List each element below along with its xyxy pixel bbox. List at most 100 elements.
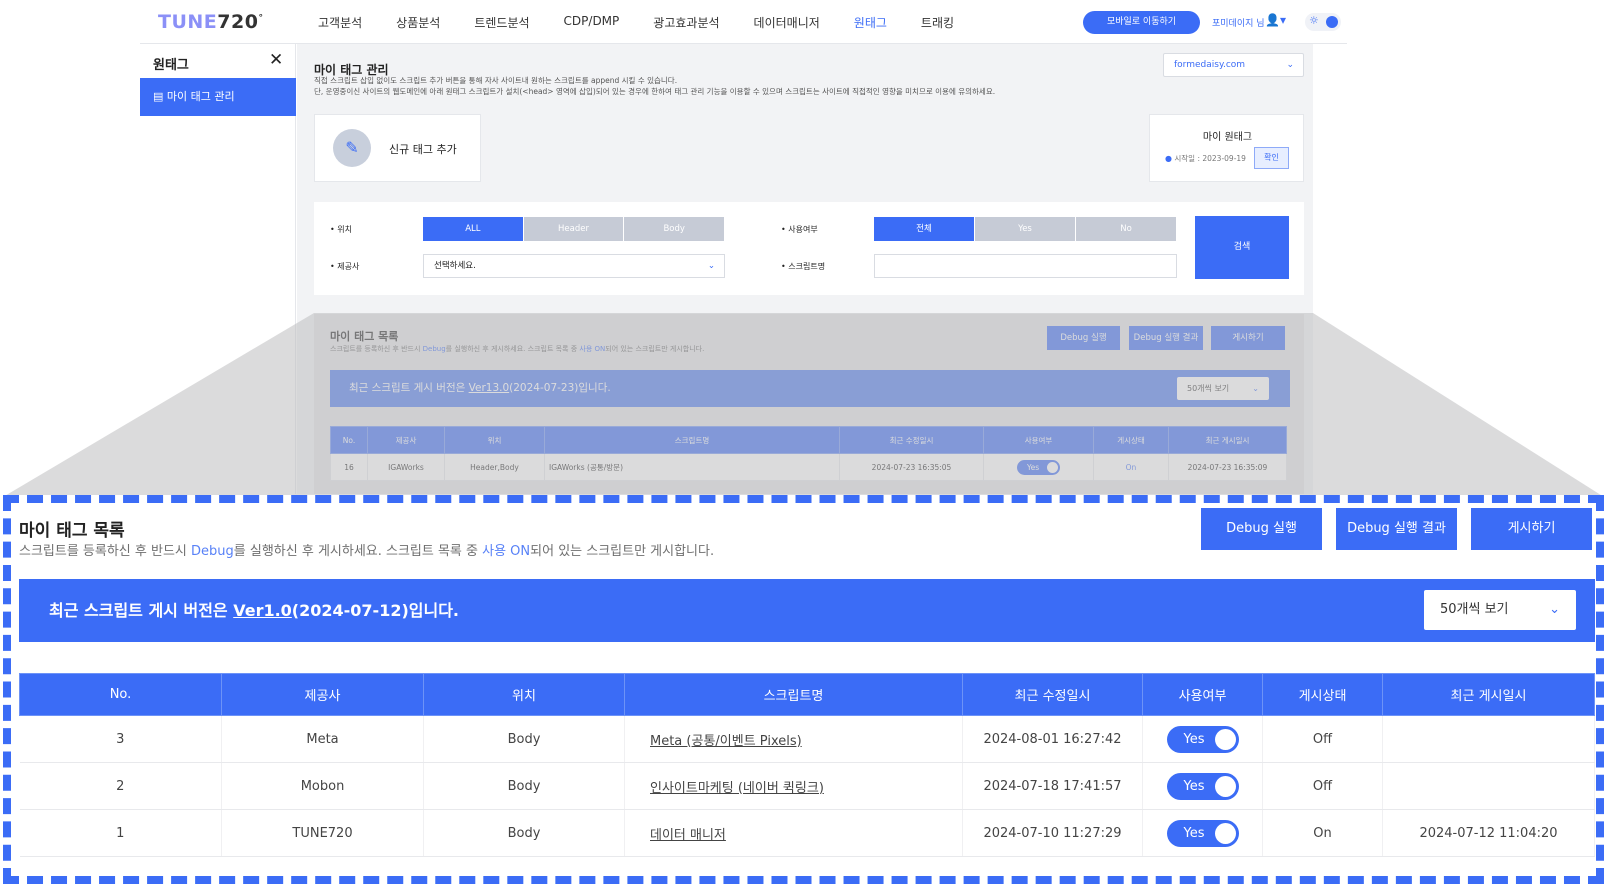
zoom-debug-result-button[interactable]: Debug 실행 결과 <box>1336 508 1457 550</box>
sidebar-title: 원태그 <box>153 58 189 73</box>
zoom-col-modified: 최근 수정일시 <box>962 673 1143 716</box>
use-toggle[interactable]: Yes <box>1166 772 1239 800</box>
col-position: 위치 <box>444 426 545 454</box>
table-row[interactable]: 16 IGAWorks Header,Body IGAWorks (공통/방문)… <box>330 453 1287 481</box>
version-banner: 최근 스크립트 게시 버전은 Ver13.0(2024-07-23)입니다. 5… <box>330 370 1290 407</box>
position-header[interactable]: Header <box>523 217 625 241</box>
script-input[interactable] <box>874 254 1177 278</box>
tag-list-small: 마이 태그 목록 스크립트를 등록하신 후 반드시 Debug를 실행하신 후 … <box>314 314 1304 494</box>
script-link[interactable]: 인사이트마케팅 (네이버 퀵링크) <box>650 781 824 796</box>
use-toggle[interactable]: Yes <box>1166 725 1239 753</box>
menu-item-product[interactable]: 상품분석 <box>396 14 440 31</box>
debug-run-button[interactable]: Debug 실행 <box>1047 326 1120 350</box>
use-no[interactable]: No <box>1076 217 1177 241</box>
menu-item-tracking[interactable]: 트래킹 <box>921 14 954 31</box>
col-modified: 최근 수정일시 <box>839 426 984 454</box>
cell-vendor: TUNE720 <box>221 809 424 857</box>
banner-pre: 최근 스크립트 게시 버전은 <box>349 382 469 394</box>
cell-modified: 2024-07-23 16:35:05 <box>839 453 984 481</box>
cell-status: Off <box>1262 762 1383 810</box>
page-desc-1: 직접 스크립트 삽입 없이도 스크립트 추가 버튼을 통해 자사 사이트내 원하… <box>314 76 678 85</box>
position-all[interactable]: ALL <box>423 217 524 241</box>
cell-status: On <box>1262 809 1383 857</box>
account-link[interactable]: 포미데이지 님 <box>1212 16 1265 29</box>
menu-item-customer[interactable]: 고객분석 <box>318 14 362 31</box>
confirm-button[interactable]: 확인 <box>1254 147 1289 169</box>
sidebar-item-my-tag[interactable]: ▤ 마이 태그 관리 <box>140 78 296 116</box>
vendor-select-value: 선택하세요. <box>434 261 476 271</box>
new-tag-card[interactable]: ✎ 신규 태그 추가 <box>314 114 481 182</box>
site-select[interactable]: formedaisy.com ⌄ <box>1163 53 1304 77</box>
toggle-knob <box>1214 822 1236 844</box>
use-toggle[interactable]: Yes <box>1166 819 1239 847</box>
debug-result-button[interactable]: Debug 실행 결과 <box>1129 326 1203 350</box>
sidebar-item-label: 마이 태그 관리 <box>166 90 235 103</box>
zoom-debug-run-button[interactable]: Debug 실행 <box>1201 508 1322 550</box>
use-toggle[interactable]: Yes <box>1017 459 1060 475</box>
col-status: 게시상태 <box>1093 426 1169 454</box>
zoom-callout: 마이 태그 목록 스크립트를 등록하신 후 반드시 Debug를 실행하신 후 … <box>3 495 1604 884</box>
cell-use: Yes <box>1142 809 1263 857</box>
menu-item-ad[interactable]: 광고효과분석 <box>653 14 719 31</box>
menu-item-trend[interactable]: 트렌드분석 <box>474 14 529 31</box>
zoom-page-size-select[interactable]: 50개씩 보기 ⌄ <box>1424 590 1576 630</box>
use-toggle-label: Yes <box>1027 462 1040 472</box>
main-menu: 고객분석 상품분석 트렌드분석 CDP/DMP 광고효과분석 데이터매니저 원태… <box>318 14 988 31</box>
cell-use: Yes <box>983 453 1094 481</box>
list-desc-mid: 를 실행하신 후 게시하세요. 스크립트 목록 중 <box>445 345 580 353</box>
table-row[interactable]: 2 Mobon Body 인사이트마케팅 (네이버 퀵링크) 2024-07-1… <box>19 762 1595 810</box>
menu-item-cdp[interactable]: CDP/DMP <box>564 14 620 31</box>
menu-item-datamanager[interactable]: 데이터매니저 <box>754 14 820 31</box>
top-nav: TUNE720° 고객분석 상품분석 트렌드분석 CDP/DMP 광고효과분석 … <box>140 0 1347 44</box>
zoom-tag-table: No. 제공사 위치 스크립트명 최근 수정일시 사용여부 게시상태 최근 게시… <box>19 673 1595 857</box>
cell-status: Off <box>1262 715 1383 763</box>
close-icon[interactable]: ✕ <box>269 50 283 70</box>
cell-status: On <box>1093 453 1169 481</box>
table-row[interactable]: 1 TUNE720 Body 데이터 매니저 2024-07-10 11:27:… <box>19 809 1595 857</box>
zoom-banner-version-link[interactable]: Ver1.0 <box>233 601 292 620</box>
banner-version-link[interactable]: Ver13.0 <box>469 382 510 394</box>
col-no: No. <box>330 426 368 454</box>
zoom-version-banner: 최근 스크립트 게시 버전은 Ver1.0(2024-07-12)입니다. 50… <box>19 579 1595 642</box>
user-icon[interactable]: 👤▾ <box>1265 13 1286 27</box>
table-row[interactable]: 3 Meta Body Meta (공통/이벤트 Pixels) 2024-08… <box>19 715 1595 763</box>
tag-table-small: No. 제공사 위치 스크립트명 최근 수정일시 사용여부 게시상태 최근 게시… <box>330 426 1287 481</box>
cell-position: Body <box>423 715 625 763</box>
chevron-down-icon: ⌄ <box>1252 384 1259 393</box>
mobile-button[interactable]: 모바일로 이동하기 <box>1083 11 1200 34</box>
cell-script[interactable]: 데이터 매니저 <box>624 809 963 857</box>
theme-toggle[interactable]: ☼ <box>1305 13 1341 31</box>
filter-panel: • 위치 ALL Header Body • 사용여부 전체 Yes No • … <box>314 202 1304 295</box>
toggle-knob <box>1214 775 1236 797</box>
zoom-col-no: No. <box>19 673 222 716</box>
logo-mark: ° <box>258 13 264 24</box>
logo-part2: 720 <box>217 11 259 33</box>
use-label: • 사용여부 <box>781 225 818 234</box>
vendor-select[interactable]: 선택하세요. ⌄ <box>423 254 725 278</box>
page-size-select[interactable]: 50개씩 보기 ⌄ <box>1177 377 1269 400</box>
list-desc-pre: 스크립트를 등록하신 후 반드시 <box>330 345 423 353</box>
script-link[interactable]: Meta (공통/이벤트 Pixels) <box>650 734 802 749</box>
search-button[interactable]: 검색 <box>1195 216 1289 279</box>
menu-item-onetag[interactable]: 원태그 <box>854 14 887 31</box>
position-body[interactable]: Body <box>624 217 726 241</box>
banner-post: (2024-07-23)입니다. <box>509 382 611 394</box>
zoom-desc-on: 사용 ON <box>482 544 531 559</box>
site-select-value: formedaisy.com <box>1174 60 1246 70</box>
publish-button[interactable]: 게시하기 <box>1211 326 1285 350</box>
use-yes[interactable]: Yes <box>975 217 1076 241</box>
use-toggle-label: Yes <box>1183 825 1205 841</box>
zoom-desc-mid: 를 실행하신 후 게시하세요. 스크립트 목록 중 <box>233 544 483 559</box>
script-link[interactable]: 데이터 매니저 <box>650 828 726 843</box>
script-label: • 스크립트명 <box>781 262 826 271</box>
onetag-start: ● 시작일 : 2023-09-19 <box>1165 154 1246 163</box>
cell-script[interactable]: 인사이트마케팅 (네이버 퀵링크) <box>624 762 963 810</box>
logo[interactable]: TUNE720° <box>158 11 263 33</box>
zoom-publish-button[interactable]: 게시하기 <box>1471 508 1592 550</box>
cell-published: 2024-07-12 11:04:20 <box>1382 809 1595 857</box>
cell-script[interactable]: IGAWorks (공통/방문) <box>544 453 840 481</box>
cell-script[interactable]: Meta (공통/이벤트 Pixels) <box>624 715 963 763</box>
chevron-down-icon: ⌄ <box>1549 602 1560 617</box>
use-all[interactable]: 전체 <box>874 217 975 241</box>
position-segment: ALL Header Body <box>423 217 726 241</box>
